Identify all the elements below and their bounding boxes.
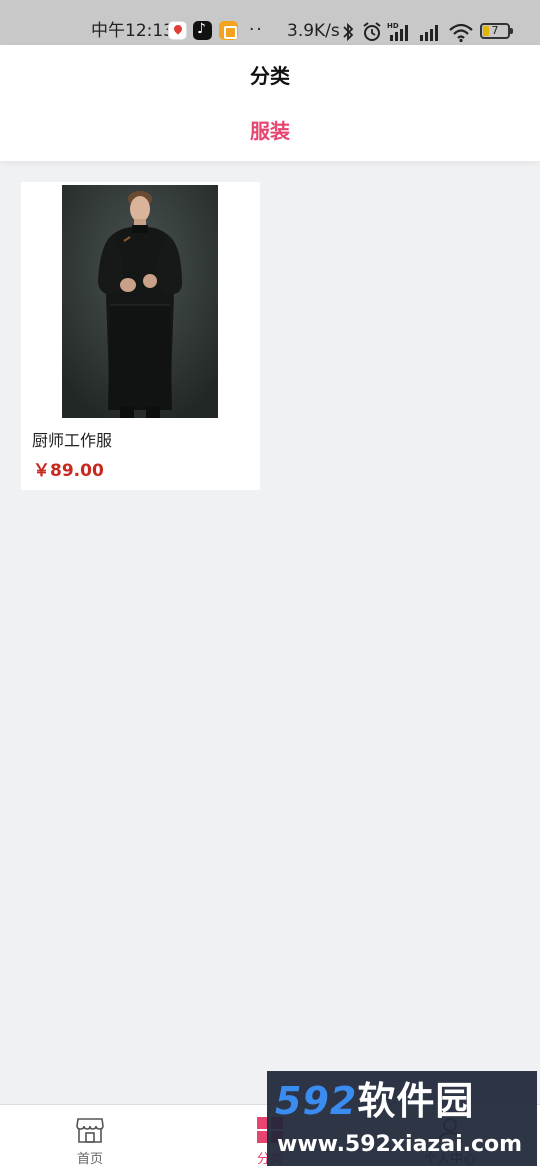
- product-price: ￥89.00: [33, 461, 104, 481]
- more-notifications-dots: ··: [249, 20, 264, 40]
- page-header: 分类 服装: [0, 45, 540, 161]
- map-pin-icon: [168, 21, 187, 40]
- chef-uniform-photo: [62, 185, 218, 418]
- wifi-icon: [449, 23, 473, 43]
- product-name[interactable]: 厨师工作服: [32, 430, 112, 452]
- store-icon: [76, 1118, 104, 1143]
- signal-icon: [420, 25, 438, 41]
- status-bar: 中午12:13 ·· 3.9K/s HD: [0, 0, 540, 45]
- site-watermark: 592软件园 www.592xiazai.com: [267, 1071, 537, 1166]
- product-card[interactable]: 厨师工作服 ￥89.00: [21, 182, 260, 490]
- tab-home-label: 首页: [76, 1152, 103, 1167]
- notes-icon: [219, 21, 238, 40]
- product-image[interactable]: [62, 185, 218, 418]
- tab-home[interactable]: 首页: [0, 1105, 180, 1170]
- watermark-brand-digits: 592: [275, 1079, 358, 1123]
- watermark-brand: 592软件园: [275, 1079, 474, 1123]
- page-title: 分类: [250, 64, 290, 88]
- watermark-url: www.592xiazai.com: [277, 1132, 523, 1157]
- hd-signal-icon: HD: [387, 22, 408, 41]
- tiktok-icon: [193, 20, 212, 40]
- alarm-icon: [363, 22, 381, 41]
- category-tab-clothing[interactable]: 服装: [0, 117, 540, 145]
- bluetooth-icon: [343, 22, 354, 42]
- status-time: 中午12:13: [91, 21, 174, 41]
- battery-icon: 7: [480, 23, 513, 39]
- watermark-brand-text: 软件园: [357, 1079, 475, 1123]
- svg-text:HD: HD: [387, 22, 399, 30]
- battery-level: 7: [491, 24, 499, 37]
- network-speed: 3.9K/s: [287, 21, 340, 41]
